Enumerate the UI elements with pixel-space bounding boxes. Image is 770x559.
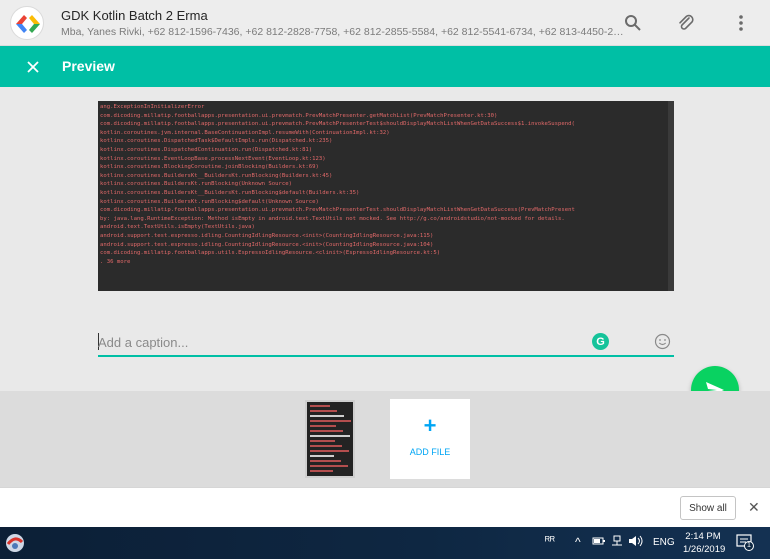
plus-icon: +: [423, 413, 437, 438]
google-developers-logo-icon: [16, 15, 40, 33]
notification-count: 1: [746, 540, 752, 549]
code-line: ang.ExceptionInInitializerError: [100, 104, 205, 110]
volume-icon[interactable]: [628, 535, 644, 550]
code-line: android.support.test.espresso.idling.Cou…: [100, 232, 434, 239]
thumbnail-line: [310, 460, 341, 462]
code-line: kotlin.coroutines.jvm.internal.BaseConti…: [100, 129, 390, 136]
smiley-icon[interactable]: [654, 333, 671, 350]
screenshot-preview-image: ang.ExceptionInInitializerError com.dicod…: [98, 101, 674, 291]
search-icon[interactable]: [621, 11, 645, 35]
code-line: kotlinx.coroutines.EventLoopBase.process…: [100, 155, 326, 162]
preview-area: ang.ExceptionInInitializerError com.dicod…: [0, 87, 770, 391]
show-all-button[interactable]: Show all: [680, 496, 736, 520]
input-language-indicator[interactable]: ENG: [653, 537, 675, 548]
caption-input[interactable]: [98, 332, 578, 352]
code-line: com.dicoding.millatip.footballapps.prese…: [100, 207, 575, 214]
code-line: com.dicoding.millatip.footballapps.utils…: [100, 250, 441, 257]
thumbnail-line: [310, 405, 330, 407]
thumbnail-line: [310, 450, 349, 452]
thumbnail-line: [310, 425, 336, 427]
attachment-thumbnail[interactable]: [305, 400, 355, 478]
code-line: kotlinx.coroutines.DispatchedContinuatio…: [100, 146, 313, 153]
code-line: kotlinx.coroutines.BuildersKt.runBlockin…: [100, 198, 319, 205]
thumbnail-line: [310, 430, 343, 432]
chat-header: GDK Kotlin Batch 2 Erma Mba, Yanes Rivki…: [0, 0, 770, 46]
preview-title: Preview: [62, 58, 115, 74]
code-line: by: java.lang.RuntimeException: Method i…: [100, 215, 565, 222]
thumbnail-line: [310, 410, 337, 412]
preview-bar: Preview: [0, 46, 770, 87]
network-icon[interactable]: [610, 535, 624, 550]
code-line: com.dicoding.millatip.footballapps.prese…: [100, 121, 575, 128]
chat-title[interactable]: GDK Kotlin Batch 2 Erma: [61, 8, 208, 23]
clock[interactable]: 2:14 PM 1/26/2019: [683, 530, 726, 556]
caption-row: G: [98, 327, 674, 357]
paperclip-icon[interactable]: [674, 11, 698, 35]
attachment-tray: + ADD FILE: [0, 391, 770, 487]
code-line: kotlinx.coroutines.BuildersKt__BuildersK…: [100, 189, 360, 196]
grammarly-icon[interactable]: G: [592, 333, 609, 350]
show-hidden-icons-icon[interactable]: ^: [575, 535, 581, 549]
people-icon[interactable]: ᴿᴿ: [545, 535, 555, 547]
download-bar-close-icon[interactable]: ✕: [748, 499, 760, 516]
code-line: kotlinx.coroutines.BlockingCoroutine.joi…: [100, 164, 319, 171]
image-scrollbar: [668, 101, 674, 291]
more-vert-icon[interactable]: [729, 11, 753, 35]
thumbnail-line: [310, 465, 348, 467]
thumbnail-line: [310, 435, 350, 437]
thumbnail-line: [310, 445, 342, 447]
clock-date: 1/26/2019: [683, 544, 726, 555]
code-line: com.dicoding.millatip.footballapps.prese…: [100, 112, 498, 119]
group-avatar[interactable]: [10, 6, 44, 40]
clock-time: 2:14 PM: [685, 531, 721, 542]
thumbnail-line: [310, 470, 333, 472]
add-file-button[interactable]: + ADD FILE: [390, 399, 470, 479]
code-line: kotlinx.coroutines.DispatchedTask$Defaul…: [100, 138, 333, 145]
code-line: kotlinx.coroutines.BuildersKt__BuildersK…: [100, 172, 333, 179]
add-file-label: ADD FILE: [409, 447, 451, 457]
chat-participants[interactable]: Mba, Yanes Rivki, +62 812-1596-7436, +62…: [61, 26, 629, 38]
code-line: android.text.TextUtils.isEmpty(TextUtils…: [100, 224, 255, 231]
thumbnail-line: [310, 455, 334, 457]
thumbnail-line: [310, 440, 335, 442]
code-line: . 36 more: [100, 258, 131, 265]
code-line: android.support.test.espresso.idling.Cou…: [100, 241, 434, 248]
windows-taskbar: ᴿᴿ ^ ENG 2:14 PM 1/26/2019 1: [0, 527, 770, 559]
thumbnail-line: [310, 415, 344, 417]
start-app-icon[interactable]: [4, 532, 26, 554]
thumbnail-line: [310, 420, 351, 422]
download-bar: Show all ✕: [0, 487, 770, 527]
battery-icon[interactable]: [592, 535, 606, 550]
close-icon[interactable]: [22, 56, 44, 78]
code-line: kotlinx.coroutines.BuildersKt.runBlockin…: [100, 181, 292, 188]
notification-center-icon[interactable]: 1: [736, 533, 754, 551]
